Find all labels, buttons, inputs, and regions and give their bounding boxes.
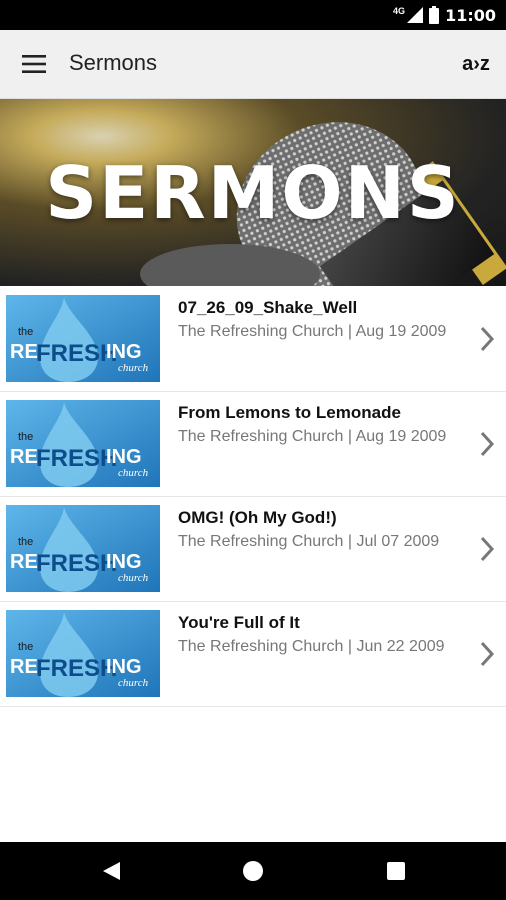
battery-icon xyxy=(429,6,440,24)
thumb-re-text: RE xyxy=(10,446,38,468)
thumb-the-text: the xyxy=(18,641,33,653)
home-button[interactable] xyxy=(238,856,268,886)
status-bar: 4G 11:00 xyxy=(0,0,506,30)
chevron-right-icon xyxy=(480,641,495,667)
thumb-re-text: RE xyxy=(10,656,38,678)
back-triangle-icon xyxy=(103,862,120,880)
thumb-church-text: church xyxy=(118,677,149,689)
sermon-list-item[interactable]: the RE FRESH ING church From Lemons to L… xyxy=(0,392,506,497)
thumb-ing-text: ING xyxy=(106,551,142,573)
thumb-re-text: RE xyxy=(10,551,38,573)
hamburger-menu-icon xyxy=(22,55,46,73)
sermon-list-item[interactable]: the RE FRESH ING church OMG! (Oh My God!… xyxy=(0,497,506,602)
status-time: 11:00 xyxy=(445,5,496,25)
recents-button[interactable] xyxy=(381,856,411,886)
hero-title: SERMONS xyxy=(45,151,461,235)
app-bar: Sermons a›z xyxy=(0,30,506,99)
hero-banner: SERMONS xyxy=(0,99,506,286)
thumb-church-text: church xyxy=(118,362,149,374)
network-type-label: 4G xyxy=(393,6,406,16)
page-title: Sermons xyxy=(69,50,158,75)
sermon-subtitle: The Refreshing Church | Jul 07 2009 xyxy=(178,533,440,550)
thumb-ing-text: ING xyxy=(106,446,142,468)
thumb-re-text: RE xyxy=(10,341,38,363)
thumb-ing-text: ING xyxy=(106,656,142,678)
sermon-list-item[interactable]: the RE FRESH ING church 07_26_09_Shake_W… xyxy=(0,287,506,392)
menu-button[interactable] xyxy=(16,48,52,80)
sermon-list-item[interactable]: the RE FRESH ING church You're Full of I… xyxy=(0,602,506,707)
back-button[interactable] xyxy=(96,856,126,886)
sermon-title: You're Full of It xyxy=(178,613,300,632)
thumb-church-text: church xyxy=(118,467,149,479)
chevron-right-icon xyxy=(480,431,495,457)
sermon-title: From Lemons to Lemonade xyxy=(178,403,401,422)
thumb-ing-text: ING xyxy=(106,341,142,363)
thumb-the-text: the xyxy=(18,326,33,338)
sermon-title: 07_26_09_Shake_Well xyxy=(178,298,358,317)
signal-icon xyxy=(407,7,424,23)
sort-az-button[interactable]: a›z xyxy=(456,48,496,80)
home-circle-icon xyxy=(243,861,263,881)
thumb-the-text: the xyxy=(18,536,33,548)
sermon-thumbnail: the RE FRESH ING church xyxy=(6,505,160,592)
sermon-subtitle: The Refreshing Church | Aug 19 2009 xyxy=(178,323,447,340)
sermon-thumbnail: the RE FRESH ING church xyxy=(6,400,160,487)
chevron-right-icon xyxy=(480,326,495,352)
sermon-subtitle: The Refreshing Church | Jun 22 2009 xyxy=(178,638,445,655)
system-nav-bar xyxy=(0,842,506,900)
chevron-right-icon xyxy=(480,536,495,562)
sermon-subtitle: The Refreshing Church | Aug 19 2009 xyxy=(178,428,447,445)
sermon-title: OMG! (Oh My God!) xyxy=(178,508,337,527)
thumb-the-text: the xyxy=(18,431,33,443)
sermon-thumbnail: the RE FRESH ING church xyxy=(6,295,160,382)
sermon-list: the RE FRESH ING church 07_26_09_Shake_W… xyxy=(0,287,506,707)
sort-az-label: a›z xyxy=(462,52,490,75)
sermon-thumbnail: the RE FRESH ING church xyxy=(6,610,160,697)
recents-square-icon xyxy=(387,862,405,880)
thumb-church-text: church xyxy=(118,572,149,584)
